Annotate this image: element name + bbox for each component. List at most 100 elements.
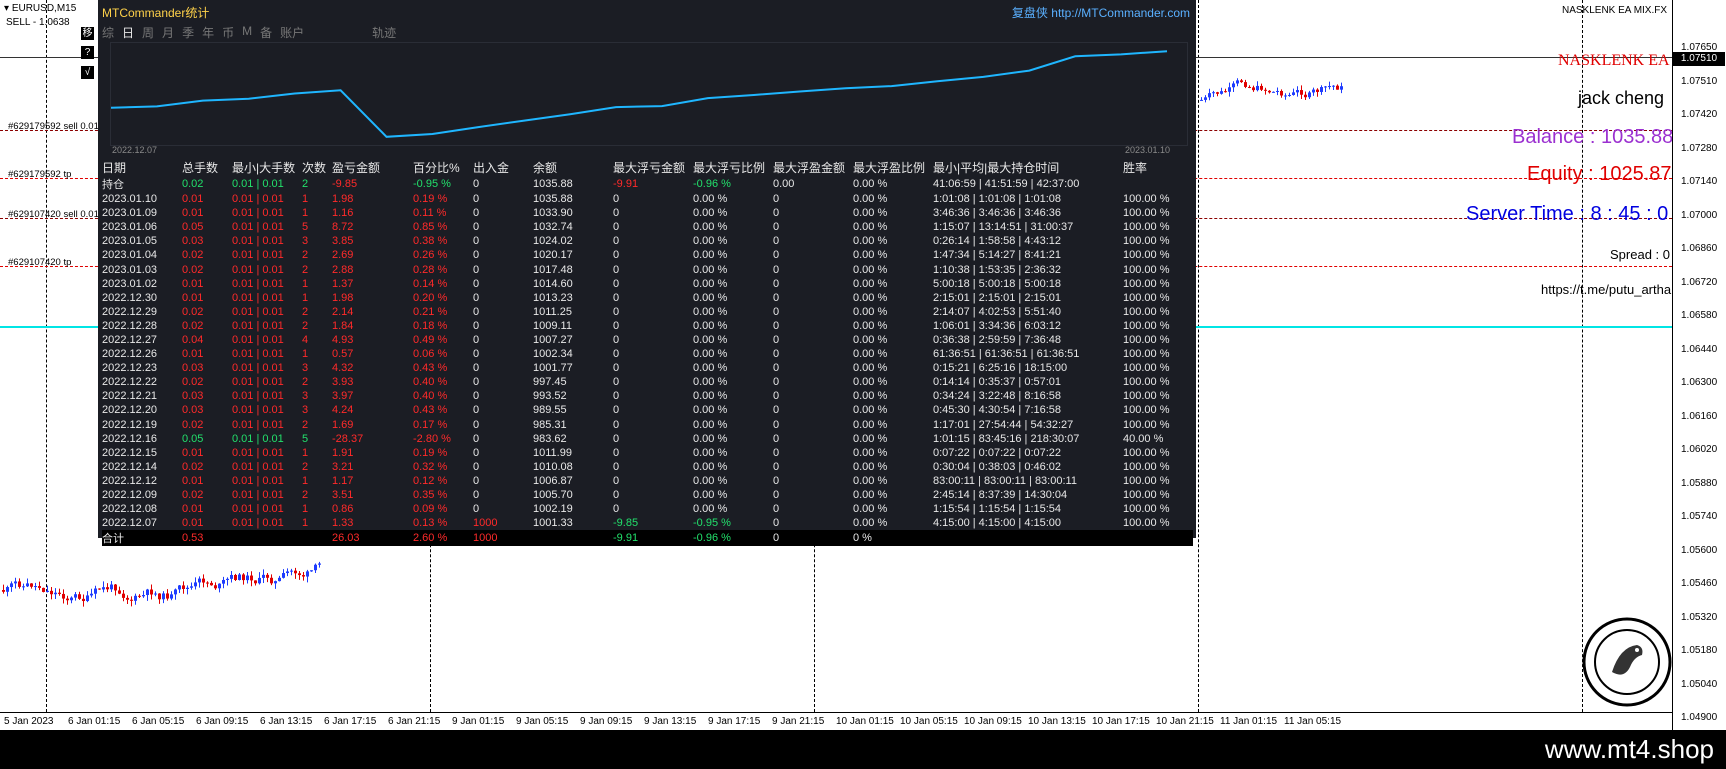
table-cell: 100.00 % [1123, 517, 1170, 530]
tab-3[interactable]: 月 [162, 24, 174, 41]
table-cell: 2022.12.23 [102, 362, 158, 375]
candle-body [94, 588, 97, 594]
table-cell: 2023.01.04 [102, 249, 158, 262]
column-header[interactable]: 余额 [533, 159, 613, 176]
time-axis[interactable]: 5 Jan 2023 6 Jan 01:15 6 Jan 05:15 6 Jan 09… [0, 712, 1672, 731]
table-cell: 0.00 % [693, 446, 728, 459]
column-header[interactable]: 胜率 [1123, 159, 1193, 176]
tab-6[interactable]: 币 [222, 24, 234, 41]
price-tick: 1.07510 [1681, 75, 1718, 87]
table-cell: 100.00 % [1123, 207, 1170, 220]
column-header[interactable]: 盈亏金额 [332, 159, 413, 176]
table-cell: 0.03 [182, 404, 204, 417]
table-cell: 0.00 % [853, 178, 888, 190]
candle-body [78, 594, 81, 599]
table-cell: 1 [302, 503, 309, 516]
table-row: 2022.12.19 0.02 0.01 | 0.01 2 1.69 0.17 % 0 985… [102, 418, 1193, 432]
table-cell: 0 [473, 193, 480, 206]
table-cell: 1.17 [332, 474, 354, 487]
table-cell: 0.01 | 0.01 [232, 249, 284, 262]
candle-body [242, 574, 245, 581]
candle-body [1324, 86, 1327, 88]
tab-7[interactable]: M [242, 24, 252, 41]
column-header[interactable]: 最大浮盈比例 [853, 159, 933, 176]
candle-body [1288, 94, 1291, 96]
table-cell: 0 [473, 362, 480, 375]
table-cell: 2:15:01 | 2:15:01 | 2:15:01 [933, 291, 1062, 304]
table-cell: 0.00 % [693, 221, 728, 234]
column-header[interactable]: 最大浮亏金额 [613, 159, 693, 176]
column-header[interactable]: 最大浮亏比例 [693, 159, 773, 176]
table-cell: 4:15:00 | 4:15:00 | 4:15:00 [933, 517, 1062, 530]
table-row: 2022.12.15 0.01 0.01 | 0.01 1 1.91 0.19 % 0 101… [102, 446, 1193, 460]
candle-body [138, 595, 141, 597]
table-cell: 1033.90 [533, 207, 573, 220]
table-cell: 0.00 % [693, 333, 728, 346]
table-cell: 0.01 | 0.01 [232, 193, 284, 206]
table-header: 日期 总手数 最小|大手数 次数 盈亏金额 百分比% 出入金 余额 最大浮亏金额 最大浮亏比例 最大… [102, 159, 1193, 176]
price-tick: 1.07420 [1681, 109, 1718, 120]
table-cell: 1035.88 [533, 178, 573, 190]
table-cell: 0.00 % [853, 291, 888, 304]
table-cell: 0 [613, 418, 620, 431]
tab-5[interactable]: 年 [202, 24, 214, 41]
candle-body [274, 581, 277, 584]
price-tick: 1.06020 [1681, 444, 1718, 455]
tab-2[interactable]: 周 [142, 24, 154, 41]
table-cell: 0.00 % [693, 460, 728, 473]
column-header[interactable]: 最小|平均|最大持仓时间 [933, 159, 1123, 176]
order-label: #629107420 sell 0.01 [8, 209, 99, 220]
panel-title: MTCommander统计 [102, 6, 210, 20]
table-cell: 0.00 % [693, 249, 728, 262]
tab-4[interactable]: 季 [182, 24, 194, 41]
table-cell: 0.02 [182, 460, 204, 473]
table-cell: 0.12 % [413, 474, 448, 487]
time-tick: 10 Jan 17:15 [1092, 716, 1150, 727]
column-header[interactable]: 总手数 [182, 159, 232, 176]
tab-0[interactable]: 综 [102, 24, 114, 41]
table-cell: 0 [773, 221, 780, 234]
table-cell: 0 [773, 432, 780, 445]
table-cell: 0 [613, 460, 620, 473]
candle-body [1300, 90, 1303, 95]
table-cell: 100.00 % [1123, 319, 1170, 332]
table-cell: 0.01 | 0.01 [232, 263, 284, 276]
tab-1[interactable]: 日 [122, 24, 134, 41]
column-header[interactable]: 最大浮盈金额 [773, 159, 853, 176]
website-link[interactable]: 复盘侠 http://MTCommander.com [1012, 4, 1190, 21]
time-tick: 5 Jan 2023 [4, 716, 54, 727]
table-cell: 2.88 [332, 263, 354, 276]
help-button[interactable]: ? [81, 46, 94, 59]
candle-body [90, 593, 93, 596]
column-header[interactable]: 出入金 [473, 159, 533, 176]
column-header[interactable]: 日期 [102, 159, 182, 176]
table-cell: 4.24 [332, 404, 354, 417]
candle-body [14, 581, 17, 584]
tab-9[interactable]: 账户 [280, 24, 304, 41]
tab-8[interactable]: 备 [260, 24, 272, 41]
telegram-link[interactable]: https://t.me/putu_artha [1541, 282, 1671, 297]
table-cell: 2022.12.12 [102, 474, 158, 487]
table-cell: 0 [773, 362, 780, 375]
price-tick: 1.05600 [1681, 544, 1718, 556]
table-cell: 2 [302, 460, 309, 473]
table-cell: 1:15:54 | 1:15:54 | 1:15:54 [933, 503, 1062, 516]
table-cell: 985.31 [533, 418, 567, 431]
table-row: 2022.12.07 0.01 0.01 | 0.01 1 1.33 0.13 % 1000… [102, 516, 1193, 530]
column-header[interactable]: 百分比% [413, 159, 473, 176]
chart-end-date: 2023.01.10 [1124, 145, 1170, 155]
column-header[interactable]: 最小|大手数 [232, 159, 302, 176]
move-button[interactable]: 移 [81, 27, 94, 40]
price-tick: 1.05460 [1681, 578, 1718, 589]
price-axis[interactable]: 1.07650 1.07510 1.07420 1.07280 1.07140 1.070… [1672, 0, 1726, 757]
table-cell: 2022.12.19 [102, 418, 158, 431]
candle-body [1200, 99, 1203, 101]
confirm-button[interactable]: √ [81, 66, 94, 79]
table-cell: 0 [773, 390, 780, 403]
table-cell: 0 [773, 333, 780, 346]
column-header[interactable]: 次数 [302, 159, 332, 176]
time-tick: 9 Jan 09:15 [580, 716, 633, 727]
balance-label: Balance : 1035.88 [1512, 126, 1674, 148]
candle-body [1316, 89, 1319, 92]
tab-10[interactable]: 轨迹 [372, 24, 396, 41]
